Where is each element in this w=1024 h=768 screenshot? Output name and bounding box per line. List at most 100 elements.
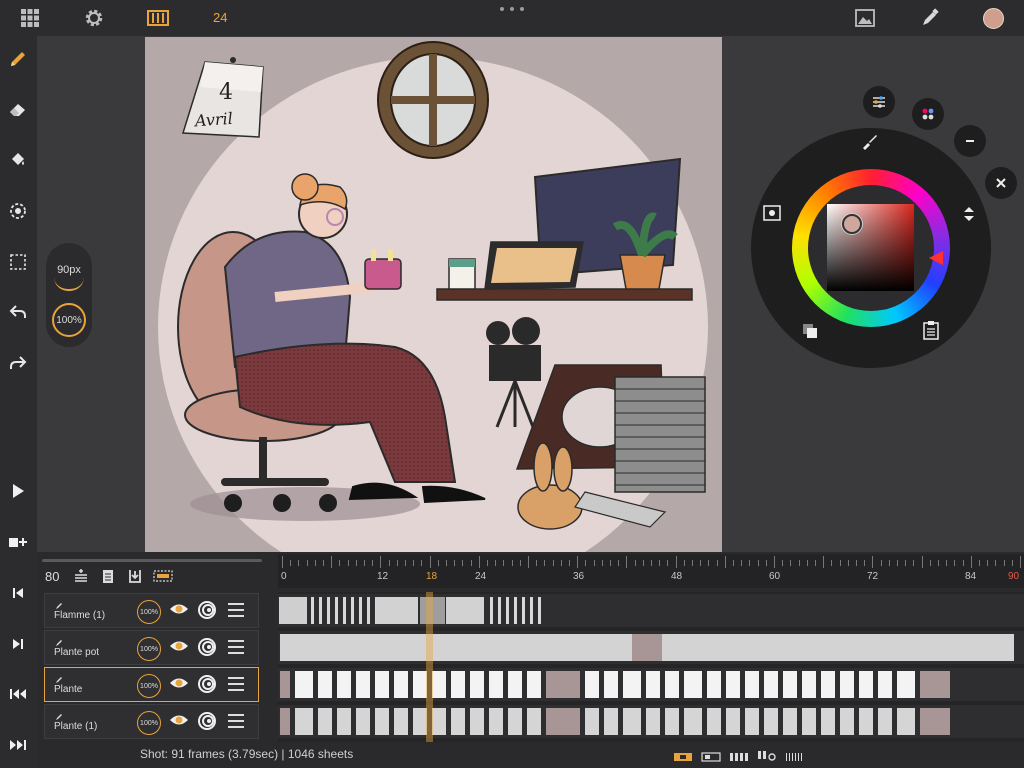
frame-cell[interactable]: [745, 708, 759, 735]
frame-cell[interactable]: [367, 597, 370, 624]
frame-cell[interactable]: [280, 708, 290, 735]
last-frame-icon[interactable]: [5, 732, 31, 758]
frame-cell[interactable]: [295, 671, 313, 698]
layer-menu-icon[interactable]: [228, 677, 244, 695]
drawing-canvas[interactable]: 4 Avril: [145, 37, 722, 552]
frame-cell[interactable]: [821, 671, 835, 698]
frame-cell[interactable]: [446, 597, 484, 624]
frame-cell[interactable]: [897, 671, 915, 698]
frame-cell[interactable]: [665, 708, 679, 735]
eraser-icon[interactable]: [5, 96, 31, 122]
frame-cell[interactable]: [335, 597, 338, 624]
frame-cell[interactable]: [878, 671, 892, 698]
frame-cell[interactable]: [662, 634, 1014, 661]
frame-cell[interactable]: [490, 597, 493, 624]
frame-cell[interactable]: [432, 708, 446, 735]
frame-cell[interactable]: [802, 671, 816, 698]
layer-menu-icon[interactable]: [228, 714, 244, 732]
frame-cell[interactable]: [821, 708, 835, 735]
color-selector-handle[interactable]: [842, 214, 862, 234]
selection-rect-icon[interactable]: [5, 249, 31, 275]
frame-cell[interactable]: [623, 708, 641, 735]
visibility-eye-icon[interactable]: [169, 676, 189, 695]
frame-tracks[interactable]: [278, 592, 1024, 742]
frame-cell[interactable]: [318, 708, 332, 735]
frame-cell[interactable]: [840, 671, 854, 698]
frame-cell[interactable]: [470, 671, 484, 698]
frame-cell[interactable]: [546, 708, 580, 735]
frame-cell[interactable]: [783, 708, 797, 735]
frame-cell[interactable]: [585, 671, 599, 698]
frame-cell[interactable]: [311, 597, 314, 624]
frame-cell[interactable]: [451, 708, 465, 735]
frame-cell[interactable]: [470, 708, 484, 735]
frame-cell[interactable]: [343, 597, 346, 624]
film-strip-icon[interactable]: [145, 6, 171, 30]
frame-cell[interactable]: [394, 708, 408, 735]
frame-cell[interactable]: [745, 671, 759, 698]
frame-cell[interactable]: [508, 671, 522, 698]
frame-cell[interactable]: [604, 671, 618, 698]
gallery-image-icon[interactable]: [852, 6, 878, 30]
frame-cell[interactable]: [632, 634, 662, 661]
lasso-transform-icon[interactable]: [5, 198, 31, 224]
current-color-swatch[interactable]: [983, 8, 1004, 29]
brush-size-label[interactable]: 90px: [46, 264, 92, 276]
frame-cell[interactable]: [376, 597, 418, 624]
onion-skin-icon[interactable]: [197, 711, 217, 736]
next-frame-icon[interactable]: [5, 631, 31, 657]
layer-row-selected[interactable]: Plante 100%: [44, 667, 259, 702]
settings-gear-icon[interactable]: [81, 6, 107, 30]
frame-cell[interactable]: [356, 708, 370, 735]
frame-cell[interactable]: [530, 597, 533, 624]
brush-opacity-dial[interactable]: 100%: [52, 303, 86, 337]
frame-cell[interactable]: [646, 671, 660, 698]
layer-opacity-dial[interactable]: 100%: [137, 637, 161, 661]
frame-cell[interactable]: [878, 708, 892, 735]
paste-layer-icon[interactable]: [101, 567, 115, 585]
frame-cell[interactable]: [319, 597, 322, 624]
frame-cell[interactable]: [527, 671, 541, 698]
frame-count[interactable]: 80: [45, 569, 59, 584]
frame-cell[interactable]: [375, 671, 389, 698]
onion-skin-icon[interactable]: [197, 600, 217, 625]
merge-down-icon[interactable]: [127, 567, 143, 585]
frame-cell[interactable]: [508, 708, 522, 735]
frame-cell[interactable]: [585, 708, 599, 735]
frame-cell[interactable]: [522, 597, 525, 624]
frame-cell[interactable]: [279, 597, 307, 624]
layer-panel-resize-handle[interactable]: [42, 559, 262, 562]
color-picker-pen-icon[interactable]: [917, 6, 943, 30]
first-frame-icon[interactable]: [5, 681, 31, 707]
hue-pointer[interactable]: [929, 251, 943, 265]
frame-cell[interactable]: [684, 671, 702, 698]
layer-row[interactable]: Plante (1) 100%: [44, 704, 259, 739]
frame-cell[interactable]: [546, 671, 580, 698]
layer-opacity-dial[interactable]: 100%: [137, 600, 161, 624]
frame-rate-label[interactable]: 24: [213, 10, 227, 25]
frame-cell[interactable]: [802, 708, 816, 735]
frame-cell[interactable]: [527, 708, 541, 735]
add-layer-icon[interactable]: [73, 567, 89, 585]
frame-cell[interactable]: [920, 671, 950, 698]
frame-cell[interactable]: [920, 708, 950, 735]
timeline-scale-icon[interactable]: [785, 749, 805, 767]
visibility-eye-icon[interactable]: [169, 713, 189, 732]
frame-cell[interactable]: [665, 671, 679, 698]
fill-bucket-icon[interactable]: [5, 146, 31, 172]
frame-cell[interactable]: [726, 708, 740, 735]
sliders-icon[interactable]: [863, 86, 895, 118]
frame-cell[interactable]: [413, 671, 427, 698]
frame-range-icon[interactable]: [153, 567, 173, 585]
palette-dots-icon[interactable]: [912, 98, 944, 130]
swap-icon[interactable]: [962, 206, 976, 227]
frame-ruler[interactable]: 0 12 18 24 36 48 60 72 84 90: [278, 554, 1024, 588]
redo-icon[interactable]: [5, 350, 31, 376]
frame-cell[interactable]: [356, 671, 370, 698]
loop-range-icon[interactable]: [673, 749, 693, 767]
frame-cell[interactable]: [726, 671, 740, 698]
frame-cell[interactable]: [646, 708, 660, 735]
frame-cell[interactable]: [859, 708, 873, 735]
onion-skin-icon[interactable]: [197, 674, 217, 699]
frame-cell[interactable]: [506, 597, 509, 624]
